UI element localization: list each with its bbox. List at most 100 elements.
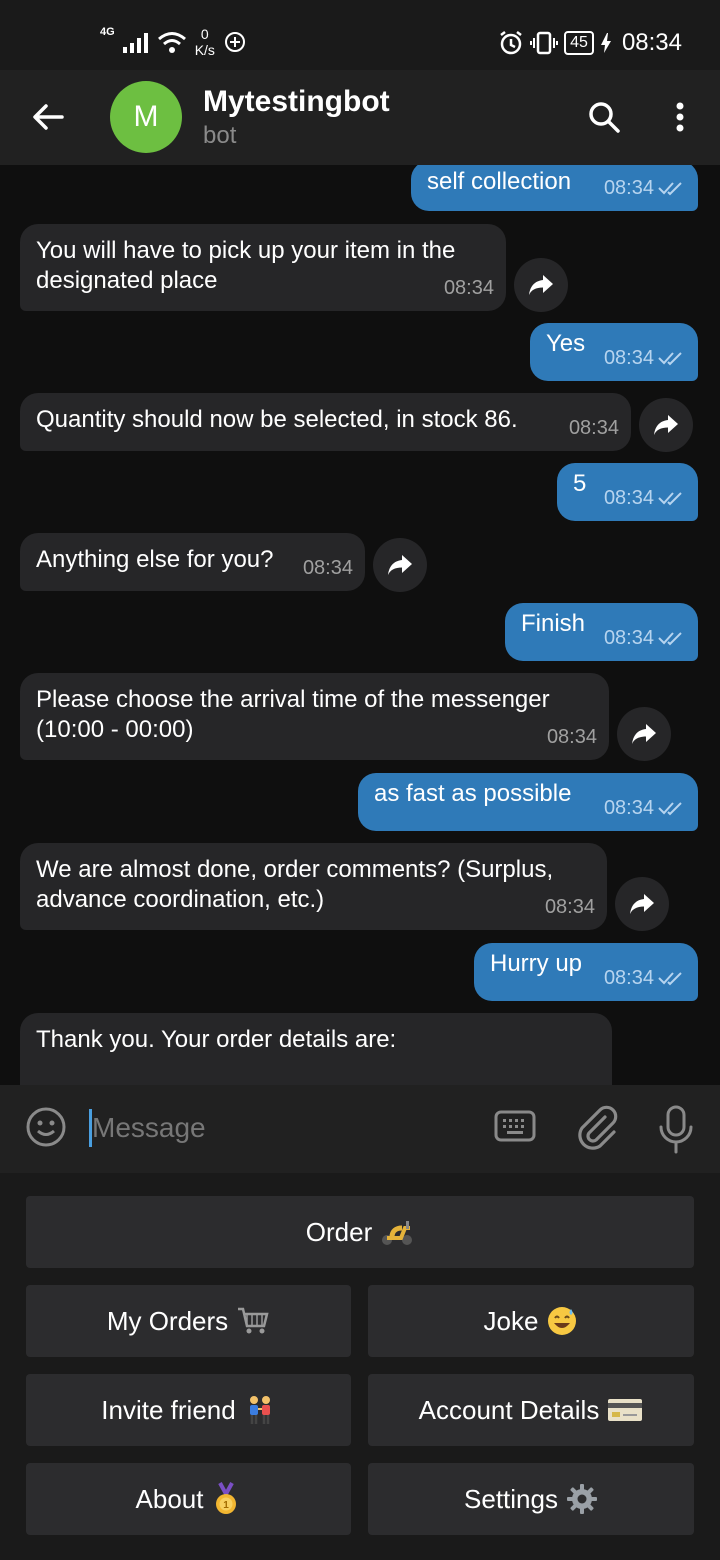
message-text: 5 bbox=[573, 470, 587, 497]
chat-title[interactable]: Mytestingbot bbox=[203, 85, 390, 119]
account-details-button[interactable]: Account Details bbox=[368, 1374, 694, 1446]
order-button[interactable]: Order bbox=[26, 1196, 694, 1268]
chat-subtitle: bot bbox=[203, 122, 237, 149]
settings-button[interactable]: Settings bbox=[368, 1463, 694, 1535]
more-options-button[interactable] bbox=[658, 92, 702, 142]
message-time: 08:34 bbox=[603, 967, 654, 989]
message-meta: 08:34 bbox=[604, 623, 686, 653]
attach-button[interactable] bbox=[574, 1103, 618, 1153]
message-text: Anything else for you? bbox=[36, 546, 274, 573]
emoji-button[interactable] bbox=[24, 1105, 68, 1149]
about-button[interactable]: About 1 bbox=[26, 1463, 351, 1535]
shopping-cart-icon bbox=[236, 1306, 270, 1336]
network-speed: 0 K/s bbox=[195, 26, 215, 58]
svg-text:1: 1 bbox=[224, 1500, 230, 1511]
message-meta: 08:34 bbox=[604, 173, 686, 203]
share-arrow-icon bbox=[388, 555, 412, 575]
message-meta: 08:34 bbox=[545, 892, 595, 922]
message-time: 08:34 bbox=[568, 417, 619, 439]
message-meta: 08:34 bbox=[604, 963, 686, 993]
message-time: 08:34 bbox=[603, 347, 654, 369]
about-label: About bbox=[135, 1483, 204, 1514]
double-check-icon bbox=[658, 632, 682, 646]
medal-icon: 1 bbox=[211, 1482, 241, 1516]
message-time: 08:34 bbox=[603, 177, 654, 199]
chat-header: M Mytestingbot bot bbox=[0, 70, 720, 165]
incoming-message[interactable]: Please choose the arrival time of the me… bbox=[20, 673, 609, 760]
incoming-message[interactable]: You will have to pick up your item in th… bbox=[20, 224, 506, 311]
incoming-message[interactable]: Quantity should now be selected, in stoc… bbox=[20, 393, 631, 451]
joke-button[interactable]: Joke bbox=[368, 1285, 694, 1357]
incoming-message[interactable]: Thank you. Your order details are: bbox=[20, 1013, 612, 1085]
message-input-bar: Message bbox=[0, 1085, 720, 1173]
voice-button[interactable] bbox=[652, 1103, 700, 1155]
message-text: Finish bbox=[521, 610, 586, 637]
account-details-label: Account Details bbox=[418, 1394, 600, 1425]
message-list[interactable]: self collection 08:34 You will have to p… bbox=[0, 165, 720, 1085]
outgoing-message[interactable]: self collection 08:34 bbox=[411, 165, 698, 211]
double-check-icon bbox=[658, 182, 682, 196]
outgoing-message[interactable]: Yes 08:34 bbox=[530, 323, 698, 381]
outgoing-message[interactable]: as fast as possible 08:34 bbox=[358, 773, 698, 831]
smiley-icon bbox=[26, 1107, 66, 1147]
message-time: 08:34 bbox=[302, 557, 353, 579]
keyboard-icon bbox=[494, 1110, 536, 1142]
share-arrow-icon bbox=[630, 894, 654, 914]
outgoing-message[interactable]: Hurry up 08:34 bbox=[474, 943, 698, 1001]
share-button[interactable] bbox=[373, 538, 427, 592]
bot-keyboard-button[interactable] bbox=[494, 1109, 538, 1149]
search-icon bbox=[589, 102, 620, 133]
order-label: Order bbox=[305, 1216, 373, 1247]
clock: 08:34 bbox=[621, 29, 682, 56]
status-left: 4G 0 K/s bbox=[100, 24, 247, 60]
invite-friend-label: Invite friend bbox=[101, 1394, 236, 1425]
message-time: 08:34 bbox=[603, 487, 654, 509]
gear-icon bbox=[566, 1483, 598, 1515]
search-button[interactable] bbox=[582, 92, 626, 142]
vibrate-icon bbox=[530, 31, 559, 55]
share-button[interactable] bbox=[639, 398, 693, 452]
share-button[interactable] bbox=[617, 707, 671, 761]
share-button[interactable] bbox=[514, 258, 568, 312]
double-check-icon bbox=[658, 492, 682, 506]
message-time: 08:34 bbox=[544, 896, 595, 918]
message-meta: 08:34 bbox=[569, 413, 619, 443]
outgoing-message[interactable]: 5 08:34 bbox=[557, 463, 698, 521]
joke-label: Joke bbox=[483, 1305, 539, 1336]
wifi-icon bbox=[157, 32, 186, 53]
credit-card-icon bbox=[607, 1397, 643, 1423]
share-arrow-icon bbox=[654, 415, 678, 435]
settings-label: Settings bbox=[464, 1483, 558, 1514]
my-orders-button[interactable]: My Orders bbox=[26, 1285, 351, 1357]
data-saver-icon bbox=[224, 32, 245, 52]
battery-level: 45 bbox=[564, 31, 594, 55]
microphone-icon bbox=[659, 1105, 693, 1154]
message-text: Yes bbox=[546, 330, 586, 357]
double-check-icon bbox=[658, 802, 682, 816]
speed-unit: K/s bbox=[194, 42, 215, 58]
message-meta: 08:34 bbox=[444, 273, 494, 303]
alarm-icon bbox=[500, 31, 522, 55]
more-vertical-icon bbox=[676, 102, 684, 132]
avatar[interactable]: M bbox=[110, 81, 182, 153]
share-button[interactable] bbox=[615, 877, 669, 931]
message-input[interactable]: Message bbox=[92, 1112, 206, 1144]
message-text: self collection bbox=[427, 168, 572, 195]
double-check-icon bbox=[658, 972, 682, 986]
sweat-smile-icon bbox=[546, 1305, 578, 1337]
incoming-message[interactable]: Anything else for you? 08:34 bbox=[20, 533, 365, 591]
bot-reply-keyboard: Order My Orders Joke Invite friend Accou… bbox=[0, 1173, 720, 1560]
outgoing-message[interactable]: Finish 08:34 bbox=[505, 603, 698, 661]
message-meta: 08:34 bbox=[604, 483, 686, 513]
invite-friend-button[interactable]: Invite friend bbox=[26, 1374, 351, 1446]
scooter-icon bbox=[380, 1217, 414, 1247]
message-meta: 08:34 bbox=[604, 793, 686, 823]
paperclip-icon bbox=[578, 1105, 618, 1150]
message-text: Quantity should now be selected, in stoc… bbox=[36, 406, 518, 433]
message-time: 08:34 bbox=[546, 726, 597, 748]
incoming-message[interactable]: We are almost done, order comments? (Sur… bbox=[20, 843, 607, 930]
message-time: 08:34 bbox=[603, 627, 654, 649]
back-button[interactable] bbox=[26, 92, 70, 142]
back-arrow-icon bbox=[33, 104, 64, 130]
message-text: Hurry up bbox=[490, 950, 583, 977]
